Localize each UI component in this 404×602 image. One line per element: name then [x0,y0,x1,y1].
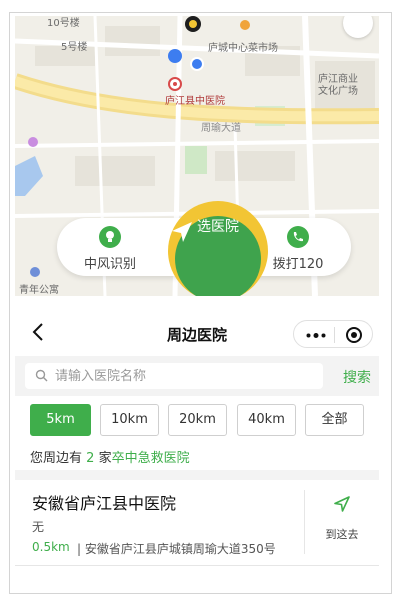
hospital-name: 安徽省庐江县中医院 [32,494,177,513]
navigate-button[interactable]: 到这去 [307,490,377,554]
hospital-address: | 安徽省庐江县庐城镇周瑜大道350号 [77,542,276,556]
hospital-list-item[interactable]: 安徽省庐江县中医院 无 0.5km | 安徽省庐江县庐城镇周瑜大道350号 到这… [15,480,379,566]
filter-20km[interactable]: 20km [168,404,227,436]
select-hospital-inner: 选医院 [172,216,261,296]
navigate-label: 到这去 [325,528,359,541]
filter-10km[interactable]: 10km [100,404,159,436]
summary-category: 卒中急救医院 [111,451,190,466]
search-input[interactable] [55,367,315,385]
status-bar [15,296,379,304]
map-label-road: 周瑜大道 [201,123,241,134]
summary-unit: 家 [98,451,112,466]
filter-5km[interactable]: 5km [30,404,91,436]
select-hospital-button[interactable]: 选医院 [168,201,268,296]
section-divider [15,470,379,480]
hospital-distance: 0.5km [32,540,70,554]
phone-icon [287,226,309,248]
map-view[interactable]: 10号楼 5号楼 庐城中心菜市场 庐江商业 文化广场 庐江县中医院 周瑜大道 青… [15,16,379,296]
navigation-arrow-icon [172,222,192,242]
call-120-button[interactable]: 拨打120 [259,226,337,272]
distance-filter: 5km 10km 20km 40km 全部 [30,404,370,438]
navigation-arrow-icon [334,496,350,512]
map-label-bldg5: 5号楼 [61,42,88,53]
capsule-menu[interactable] [293,320,373,348]
stroke-recognition-button[interactable]: 中风识别 [71,226,149,272]
search-box[interactable] [25,363,323,389]
summary-count: 2 [86,451,95,466]
search-button[interactable]: 搜索 [343,367,371,387]
more-dots-icon[interactable] [306,333,326,338]
filter-all[interactable]: 全部 [305,404,364,436]
card-divider [304,490,305,554]
hospital-phone: 无 [32,520,45,534]
mini-program-header: 周边医院 [15,312,379,352]
close-target-icon[interactable] [346,327,362,343]
map-label-hospital: 庐江县中医院 [165,96,225,107]
search-bar: 搜索 [15,356,379,396]
result-summary: 您周边有 2 家卒中急救医院 [30,447,190,466]
capsule-divider [334,327,335,343]
map-label-market: 庐城中心菜市场 [208,43,278,54]
map-label-plaza: 庐江商业 文化广场 [318,74,358,97]
bulb-icon [99,226,121,248]
filter-40km[interactable]: 40km [237,404,296,436]
map-label-park: 青年公寓 [19,285,59,296]
summary-prefix: 您周边有 [30,451,83,466]
call-120-label: 拨打120 [272,257,324,272]
stroke-recognition-label: 中风识别 [83,257,136,272]
search-icon [35,369,48,382]
map-label-bldg10: 10号楼 [47,18,80,29]
